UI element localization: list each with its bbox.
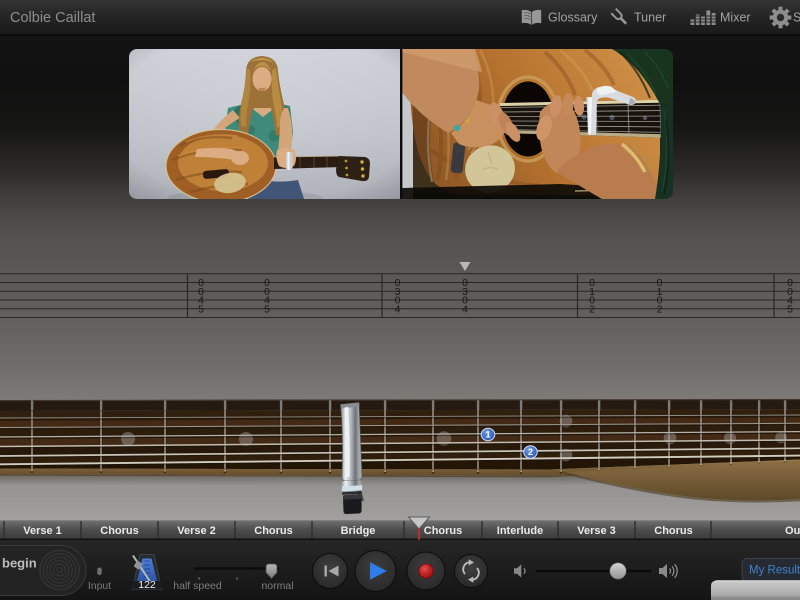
svg-text:Colbie Caillat: Colbie Caillat [10,10,95,26]
svg-text:5: 5 [787,304,793,316]
svg-text:My Results: My Results [749,565,800,577]
svg-text:Chorus: Chorus [654,525,693,537]
svg-text:Chorus: Chorus [424,525,463,537]
svg-text:Song: Song [793,11,800,25]
svg-text:Tuner: Tuner [634,11,666,25]
svg-text:4: 4 [395,304,401,316]
svg-text:normal: normal [261,580,293,592]
svg-text:Verse 2: Verse 2 [177,525,216,537]
svg-text:5: 5 [198,304,204,316]
svg-text:Interlude: Interlude [497,525,543,537]
svg-text:Verse 3: Verse 3 [577,525,616,537]
svg-text:Mixer: Mixer [720,11,751,25]
svg-text:Verse 1: Verse 1 [23,525,62,537]
svg-text:122: 122 [138,579,156,591]
svg-text:Chorus: Chorus [100,525,139,537]
svg-text:Bridge: Bridge [341,525,376,537]
svg-text:half speed: half speed [173,580,222,592]
svg-text:4: 4 [462,304,468,316]
svg-text:2: 2 [528,447,533,457]
svg-text:5: 5 [264,304,270,316]
svg-text:Glossary: Glossary [548,11,598,25]
svg-text:1: 1 [485,430,490,440]
svg-text:Chorus: Chorus [254,525,293,537]
svg-text:Outro: Outro [785,525,800,537]
svg-text:2: 2 [657,304,663,316]
svg-text:2: 2 [589,304,595,316]
svg-text:Input: Input [88,580,111,592]
svg-text:begin: begin [2,556,37,571]
